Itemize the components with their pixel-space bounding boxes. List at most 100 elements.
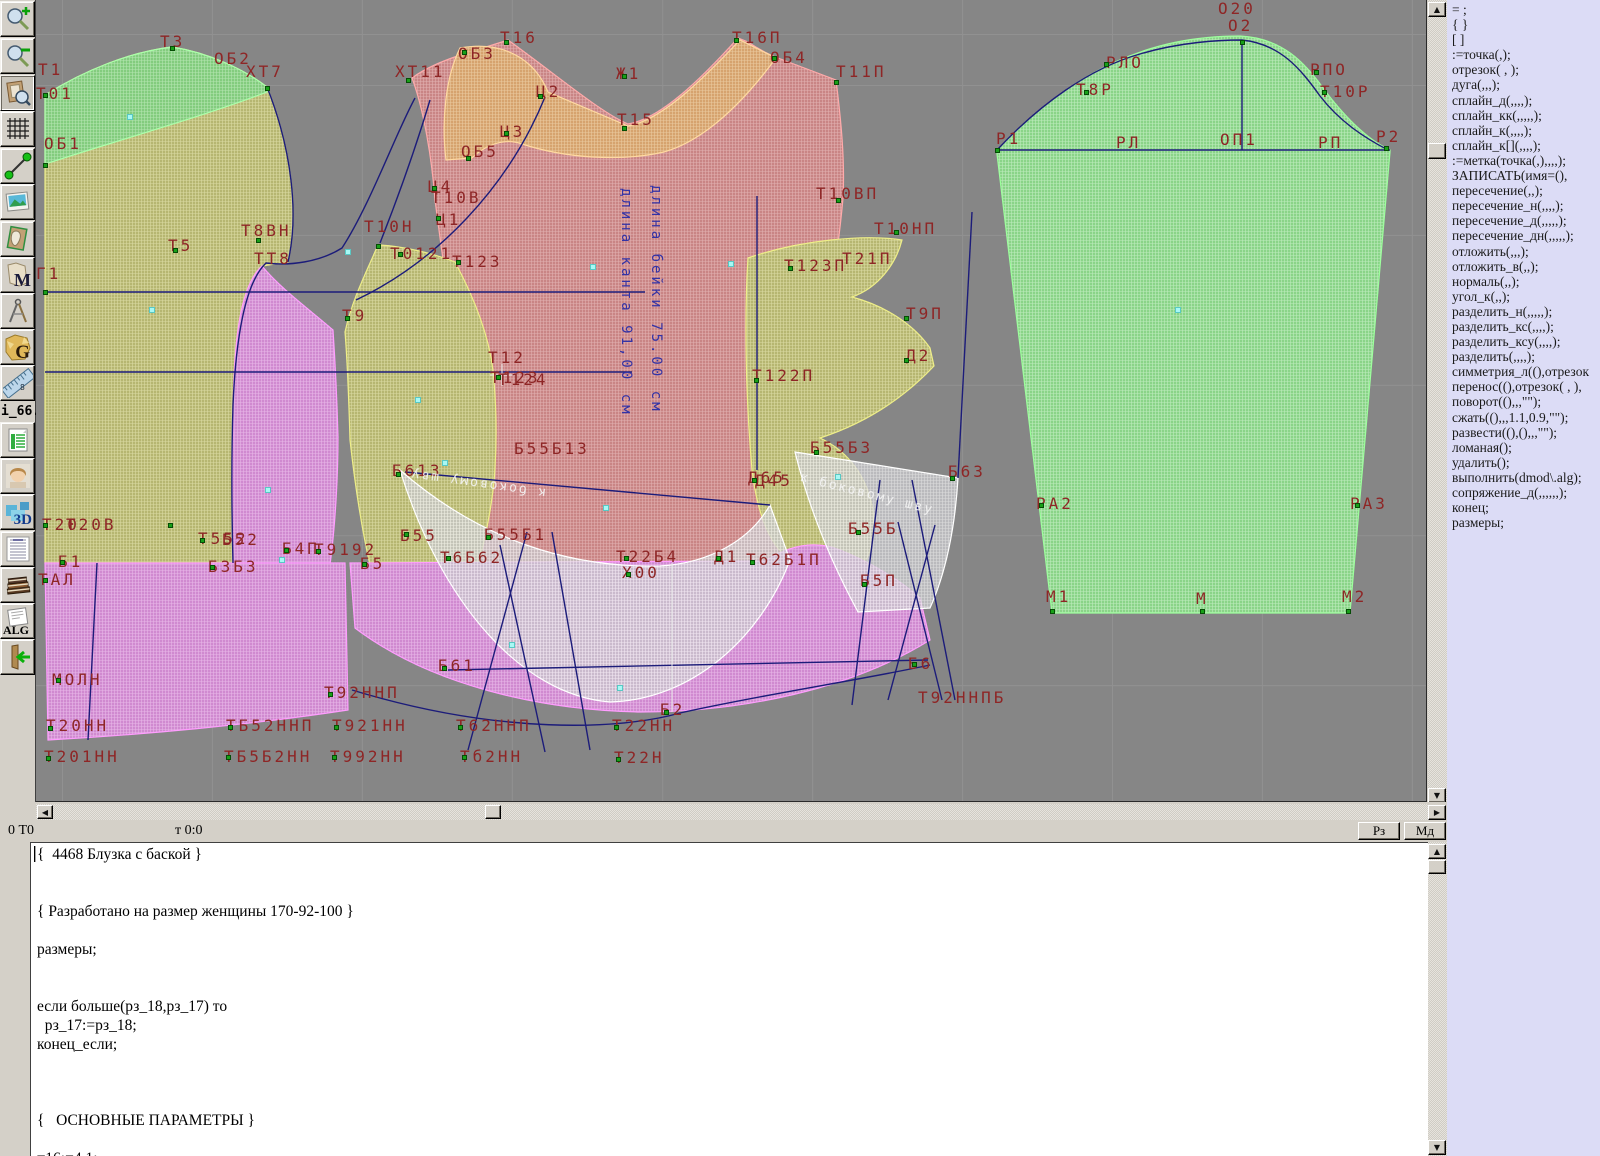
command-item[interactable]: пересечение_н(,,,,); bbox=[1447, 198, 1600, 213]
canvas-vscroll[interactable] bbox=[1428, 0, 1447, 803]
zoom-in-button[interactable] bbox=[0, 1, 35, 37]
cad-point[interactable] bbox=[43, 290, 48, 295]
cad-point[interactable] bbox=[664, 710, 669, 715]
cad-point[interactable] bbox=[345, 316, 350, 321]
cad-point[interactable] bbox=[504, 131, 509, 136]
cad-point[interactable] bbox=[442, 666, 447, 671]
cad-point[interactable] bbox=[904, 316, 909, 321]
cad-point[interactable] bbox=[43, 523, 48, 528]
command-item[interactable]: удалить(); bbox=[1447, 455, 1600, 470]
command-item[interactable]: размеры; bbox=[1447, 515, 1600, 530]
cad-point[interactable] bbox=[456, 260, 461, 265]
drawing-canvas[interactable]: Т1Т01Т3ОБ2ХТ7ОБ1Т5Т8ВНТТ8Г1Т9Т10НТ0121Т1… bbox=[36, 0, 1427, 802]
cad-point[interactable] bbox=[752, 478, 757, 483]
cad-point[interactable] bbox=[750, 560, 755, 565]
cad-point[interactable] bbox=[716, 556, 721, 561]
command-item[interactable]: сплайн_к[](,,,,); bbox=[1447, 138, 1600, 153]
cad-point[interactable] bbox=[43, 578, 48, 583]
cad-point[interactable] bbox=[43, 163, 48, 168]
command-item[interactable]: пересечение(,,); bbox=[1447, 183, 1600, 198]
cad-point[interactable] bbox=[1314, 70, 1319, 75]
cad-point[interactable] bbox=[788, 266, 793, 271]
cad-point[interactable] bbox=[1240, 40, 1245, 45]
cad-point[interactable] bbox=[462, 755, 467, 760]
cad-point[interactable] bbox=[1084, 90, 1089, 95]
cad-point[interactable] bbox=[622, 126, 627, 131]
cad-point[interactable] bbox=[995, 148, 1000, 153]
command-item[interactable]: дуга(,,,); bbox=[1447, 77, 1600, 92]
cad-point[interactable] bbox=[950, 476, 955, 481]
cad-point[interactable] bbox=[332, 755, 337, 760]
command-item[interactable]: { } bbox=[1447, 17, 1600, 32]
cad-point[interactable] bbox=[170, 46, 175, 51]
command-item[interactable]: развести((),(),,,""); bbox=[1447, 425, 1600, 440]
command-item[interactable]: ломаная(); bbox=[1447, 440, 1600, 455]
cad-point[interactable] bbox=[446, 556, 451, 561]
grid-button[interactable] bbox=[0, 111, 35, 147]
list-button[interactable] bbox=[0, 531, 35, 567]
pattern-card-button[interactable] bbox=[0, 221, 35, 257]
books-button[interactable] bbox=[0, 567, 35, 603]
image-button[interactable] bbox=[0, 184, 35, 220]
cad-point[interactable] bbox=[614, 725, 619, 730]
cad-point[interactable] bbox=[396, 472, 401, 477]
cad-point[interactable] bbox=[836, 198, 841, 203]
cad-point[interactable] bbox=[496, 375, 501, 380]
alg-doc-button[interactable]: ALG bbox=[0, 603, 35, 639]
cad-point[interactable] bbox=[228, 725, 233, 730]
rz-button[interactable]: Рз bbox=[1358, 822, 1400, 840]
ruler-button[interactable]: 8 bbox=[0, 365, 35, 401]
cad-point[interactable] bbox=[624, 556, 629, 561]
measurements-button[interactable]: M bbox=[0, 257, 35, 293]
editor-vscroll-thumb[interactable] bbox=[1428, 860, 1446, 874]
cad-point[interactable] bbox=[46, 756, 51, 761]
cad-point[interactable] bbox=[1104, 62, 1109, 67]
editor-vscroll[interactable] bbox=[1428, 842, 1447, 1156]
command-item[interactable]: пересечение_дн(,,,,,); bbox=[1447, 228, 1600, 243]
command-item[interactable]: = ; bbox=[1447, 2, 1600, 17]
md-button[interactable]: Мд bbox=[1404, 822, 1446, 840]
cad-point[interactable] bbox=[538, 94, 543, 99]
cad-point[interactable] bbox=[834, 80, 839, 85]
cad-point[interactable] bbox=[226, 755, 231, 760]
cad-point[interactable] bbox=[1346, 609, 1351, 614]
cad-point[interactable] bbox=[772, 56, 777, 61]
command-item[interactable]: :=метка(точка(,),,,,); bbox=[1447, 153, 1600, 168]
command-item[interactable]: сплайн_д(,,,,); bbox=[1447, 93, 1600, 108]
cad-point[interactable] bbox=[436, 216, 441, 221]
cad-point[interactable] bbox=[904, 358, 909, 363]
cad-point[interactable] bbox=[265, 86, 270, 91]
cad-point[interactable] bbox=[856, 530, 861, 535]
command-item[interactable]: нормаль(,,); bbox=[1447, 274, 1600, 289]
cad-point[interactable] bbox=[200, 538, 205, 543]
editor-vscroll-up[interactable]: ▲ bbox=[1428, 844, 1446, 859]
g-button[interactable]: G bbox=[0, 329, 35, 365]
cad-point[interactable] bbox=[1384, 146, 1389, 151]
cad-point[interactable] bbox=[458, 725, 463, 730]
cad-point[interactable] bbox=[754, 378, 759, 383]
cad-point[interactable] bbox=[173, 248, 178, 253]
command-item[interactable]: перенос((),отрезок( , ), bbox=[1447, 379, 1600, 394]
segment-button[interactable] bbox=[0, 148, 35, 184]
cad-point[interactable] bbox=[284, 548, 289, 553]
command-item[interactable]: сплайн_к(,,,,); bbox=[1447, 123, 1600, 138]
cad-point[interactable] bbox=[862, 582, 867, 587]
zoom-out-button[interactable] bbox=[0, 38, 35, 74]
cad-point[interactable] bbox=[256, 238, 261, 243]
canvas-vscroll-thumb[interactable] bbox=[1428, 143, 1446, 159]
command-item[interactable]: :=точка(,); bbox=[1447, 47, 1600, 62]
command-item[interactable]: отрезок( , ); bbox=[1447, 62, 1600, 77]
cad-point[interactable] bbox=[316, 549, 321, 554]
command-item[interactable]: выполнить(dmod\.alg); bbox=[1447, 470, 1600, 485]
cad-point[interactable] bbox=[1200, 609, 1205, 614]
canvas-hscroll-left[interactable]: ◀ bbox=[37, 805, 53, 819]
cad-point[interactable] bbox=[486, 535, 491, 540]
command-item[interactable]: симметрия_л((),отрезок bbox=[1447, 364, 1600, 379]
cad-point[interactable] bbox=[43, 93, 48, 98]
cad-point[interactable] bbox=[814, 450, 819, 455]
cad-point[interactable] bbox=[328, 692, 333, 697]
cad-point[interactable] bbox=[894, 230, 899, 235]
cad-point[interactable] bbox=[1322, 90, 1327, 95]
command-item[interactable]: разделить_кс(,,,,); bbox=[1447, 319, 1600, 334]
command-item[interactable]: сжать((),,,1.1,0.9,""); bbox=[1447, 410, 1600, 425]
